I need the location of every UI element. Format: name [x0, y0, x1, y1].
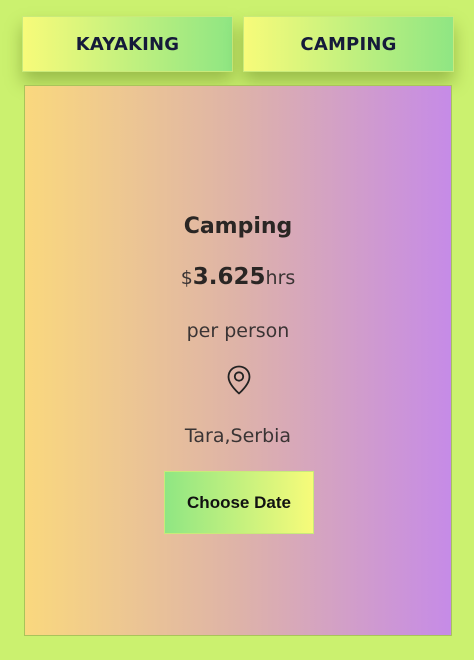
price-currency: $	[180, 267, 193, 289]
tab-camping-label: CAMPING	[300, 33, 397, 55]
camping-offer-card: Camping $3.625hrs per person Tara,Serbia…	[24, 85, 452, 636]
per-person-label: per person	[186, 320, 290, 342]
tab-camping[interactable]: CAMPING	[243, 16, 454, 72]
tab-kayaking-label: KAYAKING	[75, 33, 180, 55]
tab-kayaking[interactable]: KAYAKING	[22, 16, 233, 72]
choose-date-button[interactable]: Choose Date	[164, 471, 314, 534]
price-amount: 3.625	[192, 264, 266, 290]
location-text: Tara,Serbia	[184, 425, 292, 447]
price-unit: hrs	[265, 267, 296, 289]
choose-date-label: Choose Date	[187, 492, 291, 512]
map-pin-icon	[227, 365, 251, 395]
price: $3.625hrs	[25, 264, 451, 290]
card-title: Camping	[183, 214, 293, 239]
